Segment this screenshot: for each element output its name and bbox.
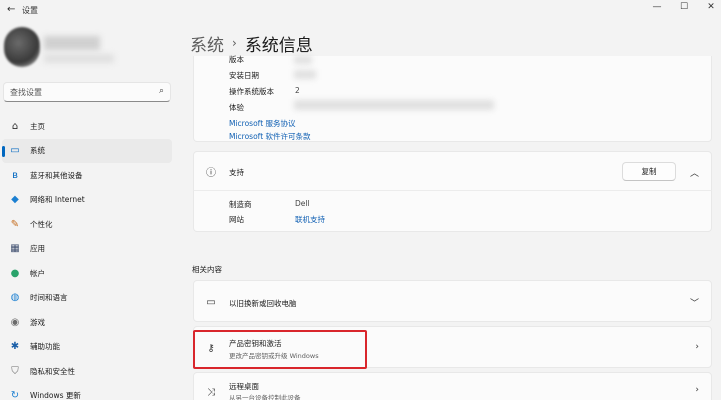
remote-desktop-row[interactable]: ⤨ 远程桌面 从另一台设备控制此设备 › (193, 372, 712, 400)
chevron-down-icon[interactable]: ﹀ (690, 296, 699, 309)
avatar[interactable] (4, 27, 40, 67)
windows-update-icon: ↻ (10, 390, 20, 400)
search-input[interactable] (10, 86, 150, 99)
sidebar-item[interactable]: ◉ 游戏 (2, 310, 172, 335)
sidebar-item-label: 隐私和安全性 (30, 366, 75, 376)
sidebar-item[interactable]: ✎ 个性化 (2, 212, 172, 237)
back-arrow-icon[interactable]: ← (7, 4, 15, 15)
support-card-body: 制造商 Dell 网站 联机支持 (193, 190, 712, 232)
breadcrumb: 系统 › 系统信息 (190, 30, 313, 56)
user-name-redacted (44, 36, 100, 50)
install-date-label: 安装日期 (229, 71, 259, 80)
privacy-icon: ⛉ (11, 365, 19, 377)
license-terms-link[interactable]: Microsoft 软件许可条款 (229, 131, 311, 142)
related-content-heading: 相关内容 (192, 265, 222, 274)
sidebar-item[interactable]: ⌂ 主页 (2, 114, 172, 139)
website-label: 网站 (229, 215, 244, 224)
windows-spec-card: 版本 安装日期 操作系统版本 2 体验 Microsoft 服务协议 Micro… (193, 54, 712, 142)
network-icon: ◆ (11, 194, 19, 206)
sidebar-item-label: 网络和 Internet (30, 195, 85, 205)
install-date-value-redacted (294, 70, 316, 79)
sidebar-nav: ⌂ 主页 ▭ 系统 ʙ 蓝牙和其他设备 ◆ 网络和 Internet ✎ 个性化 ▦ 应用 ● 帐户 ◍ 时间… (0, 114, 176, 400)
sidebar-item[interactable]: ◆ 网络和 Internet (2, 188, 172, 213)
sidebar: ⌕ ⌂ 主页 ▭ 系统 ʙ 蓝牙和其他设备 ◆ 网络和 Internet ✎ 个性化 ▦ 应用 ● 帐户 ◍… (0, 22, 180, 400)
sidebar-item-label: 主页 (30, 121, 45, 131)
sidebar-item-label: 时间和语言 (30, 293, 68, 303)
edition-row: 版本 (229, 54, 295, 65)
trade-in-recycle-row[interactable]: ▭ 以旧换新或回收电脑 ﹀ (193, 280, 712, 322)
sidebar-item-label: 应用 (30, 244, 45, 254)
online-support-link[interactable]: 联机支持 (295, 214, 325, 225)
os-build-row: 操作系统版本 2 (229, 86, 300, 97)
chevron-right-icon[interactable]: › (695, 342, 699, 352)
app-title: 设置 (22, 6, 38, 15)
page-title: 系统信息 (244, 35, 313, 56)
support-card-header[interactable]: ⓘ 支持 复制 ︿ (193, 151, 712, 191)
breadcrumb-parent[interactable]: 系统 (190, 31, 224, 56)
user-email-redacted (44, 54, 114, 63)
home-icon: ⌂ (11, 120, 19, 132)
close-button[interactable]: ✕ (694, 0, 721, 14)
os-build-label: 操作系统版本 (229, 87, 274, 96)
sidebar-item-label: 个性化 (30, 219, 53, 229)
edition-value-redacted (294, 56, 312, 64)
personalization-icon: ✎ (10, 218, 20, 230)
sidebar-item-label: 系统 (30, 146, 45, 156)
apps-icon: ▦ (10, 243, 20, 255)
laptop-icon: ▭ (206, 296, 216, 308)
bluetooth-icon: ʙ (12, 169, 18, 181)
sidebar-item[interactable]: ▭ 系统 (2, 138, 172, 163)
remote-desktop-subtitle: 从另一台设备控制此设备 (229, 394, 301, 400)
experience-value-redacted (294, 100, 494, 110)
sidebar-item-label: 帐户 (30, 268, 45, 278)
experience-row: 体验 (229, 102, 295, 113)
manufacturer-value: Dell (295, 199, 310, 208)
edition-label: 版本 (229, 55, 244, 64)
sidebar-item[interactable]: ◍ 时间和语言 (2, 286, 172, 311)
chevron-up-icon[interactable]: ︿ (690, 166, 699, 179)
copy-button[interactable]: 复制 (622, 162, 676, 181)
question-icon: ⓘ (206, 167, 216, 179)
breadcrumb-separator-icon: › (232, 36, 237, 50)
sidebar-item-label: Windows 更新 (30, 391, 81, 400)
manufacturer-row: 制造商 Dell (229, 199, 310, 210)
gaming-icon: ◉ (10, 316, 20, 328)
title-bar: ← 设置 — ☐ ✕ (0, 0, 721, 22)
sidebar-item[interactable]: ⛉ 隐私和安全性 (2, 359, 172, 384)
sidebar-item[interactable]: ✱ 辅助功能 (2, 335, 172, 360)
remote-desktop-title: 远程桌面 (229, 382, 259, 391)
accounts-icon: ● (10, 267, 20, 279)
sidebar-item-label: 辅助功能 (30, 342, 60, 352)
service-agreement-link[interactable]: Microsoft 服务协议 (229, 118, 296, 129)
remote-desktop-icon: ⤨ (207, 386, 215, 398)
website-row: 网站 联机支持 (229, 214, 325, 225)
search-icon[interactable]: ⌕ (159, 86, 164, 96)
chevron-right-icon[interactable]: › (695, 385, 699, 395)
support-title: 支持 (229, 168, 244, 177)
sidebar-item[interactable]: ● 帐户 (2, 261, 172, 286)
install-date-row: 安装日期 (229, 70, 295, 81)
highlight-box (193, 330, 367, 369)
os-build-value: 2 (295, 86, 300, 95)
sidebar-item-label: 游戏 (30, 317, 45, 327)
experience-label: 体验 (229, 103, 244, 112)
trade-in-title: 以旧换新或回收电脑 (229, 299, 297, 308)
sidebar-item[interactable]: ↻ Windows 更新 (2, 384, 172, 400)
search-box[interactable]: ⌕ (3, 82, 171, 102)
accessibility-icon: ✱ (10, 341, 20, 353)
sidebar-item-label: 蓝牙和其他设备 (30, 170, 83, 180)
time-language-icon: ◍ (10, 292, 20, 304)
sidebar-item[interactable]: ▦ 应用 (2, 237, 172, 262)
sidebar-item[interactable]: ʙ 蓝牙和其他设备 (2, 163, 172, 188)
system-icon: ▭ (10, 145, 20, 157)
manufacturer-label: 制造商 (229, 200, 252, 209)
